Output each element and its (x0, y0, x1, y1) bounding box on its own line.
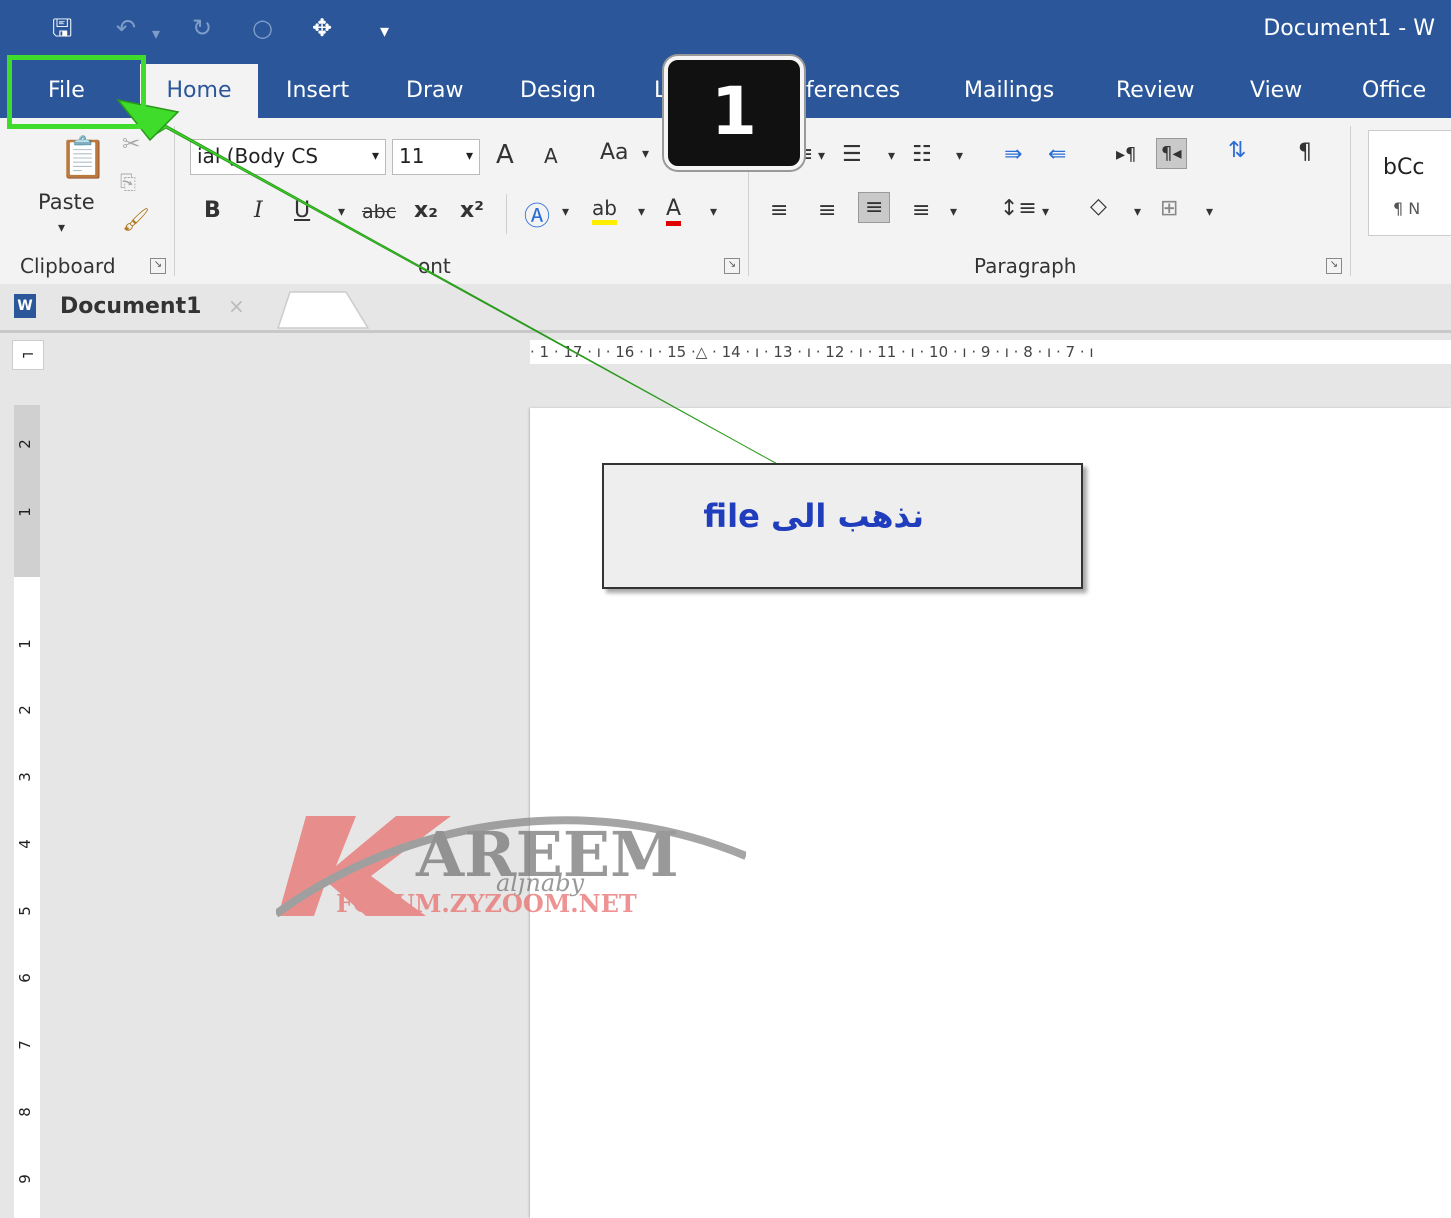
instruction-callout: نذهب الى file (602, 463, 1083, 589)
step-number-badge: 1 (664, 56, 804, 170)
annotation-arrow (116, 98, 801, 473)
file-tab-highlight (7, 55, 146, 129)
callout-text: نذهب الى file (703, 497, 924, 535)
